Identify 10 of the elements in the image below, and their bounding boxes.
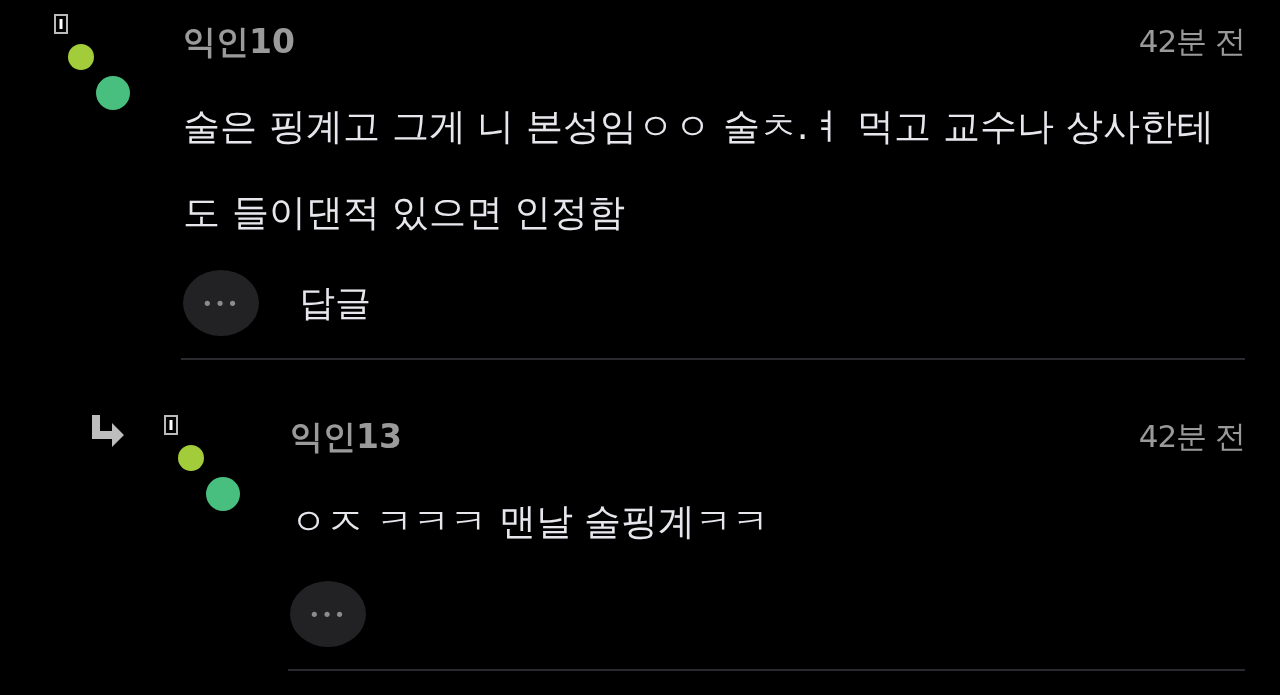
author-name: 익인13 — [290, 415, 402, 458]
reply-arrow-icon — [92, 415, 126, 447]
comment-text: ㅇㅈ ㅋㅋㅋ 맨날 술핑계ㅋㅋ — [290, 499, 771, 545]
timestamp: 42분 전 — [1138, 22, 1245, 61]
reply-button[interactable]: 답글 — [299, 278, 371, 328]
more-button[interactable]: ••• — [183, 270, 259, 336]
more-button[interactable]: ••• — [290, 581, 366, 647]
author-name: 익인10 — [183, 20, 295, 63]
comment-text: 술은 핑계고 그게 니 본성임ㅇㅇ 술ㅊ.ㅕ 먹고 교수나 상사한테도 들이댄적 있으면 인정함 — [183, 104, 1215, 236]
timestamp: 42분 전 — [1138, 417, 1245, 456]
